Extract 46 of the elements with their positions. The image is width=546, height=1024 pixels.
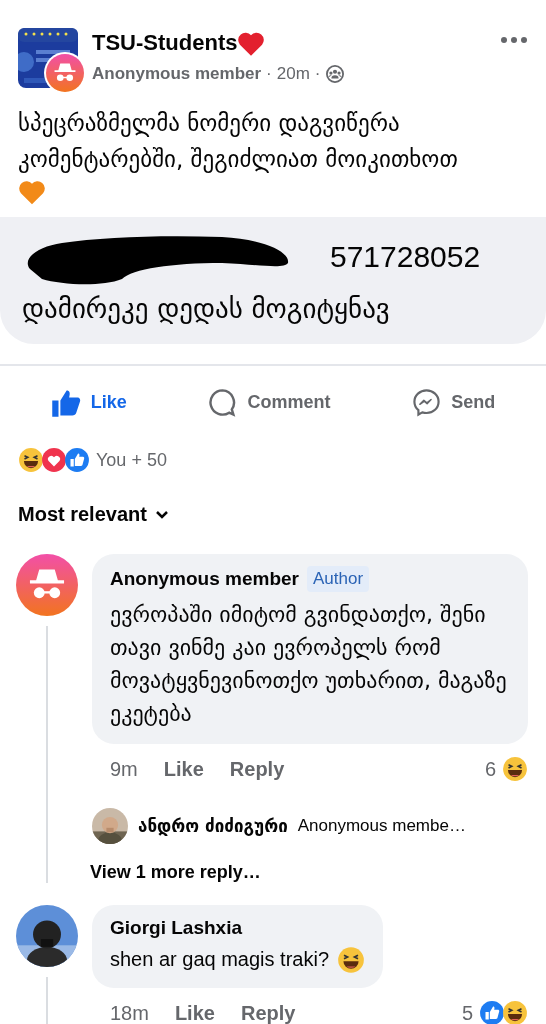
love-reaction-icon xyxy=(41,447,67,474)
reaction-summary[interactable]: You + 50 xyxy=(96,449,167,471)
reaction-count: 5 xyxy=(461,1001,473,1024)
separator-dot: · xyxy=(266,64,272,84)
phone-number: 571728052 xyxy=(330,240,481,275)
reply-author[interactable]: ანდრო ძიძიგური xyxy=(138,816,288,837)
group-name[interactable]: TSU-Students xyxy=(92,30,238,56)
like-button[interactable]: Like xyxy=(40,384,137,422)
commenter-name[interactable]: Anonymous member xyxy=(110,568,299,591)
sort-dropdown[interactable]: Most relevant xyxy=(18,503,169,527)
comment-time: 18m xyxy=(110,1001,149,1024)
post-time: 20m xyxy=(276,64,310,84)
anonymous-avatar-icon xyxy=(46,54,84,92)
speech-bubble-icon xyxy=(208,388,238,418)
comment-text: ევროპაში იმიტომ გვინდათქო, შენი თავი ვინმე კაი ევროპელს რომ მოვატყვნევინოთქო უთხარით, მაგაზე ეკეტება xyxy=(110,601,508,729)
heart-icon xyxy=(18,179,46,206)
send-button[interactable]: Send xyxy=(402,384,506,422)
like-reaction-icon xyxy=(479,1000,505,1024)
separator-dot: · xyxy=(314,64,321,84)
shared-text: დამირეკე დედას მოგიტყნავ xyxy=(22,293,391,325)
messenger-icon xyxy=(412,388,442,418)
commenter-name[interactable]: Giorgi Lashxia xyxy=(110,917,242,940)
like-link[interactable]: Like xyxy=(163,757,204,781)
haha-emoji-icon xyxy=(337,945,365,974)
author-name[interactable]: Anonymous member xyxy=(92,64,262,84)
haha-emoji-icon xyxy=(18,447,44,474)
chevron-down-icon xyxy=(154,510,169,520)
more-options-icon[interactable] xyxy=(500,36,528,44)
comment-time: 9m xyxy=(110,757,138,781)
thumbs-up-icon xyxy=(50,388,81,417)
haha-emoji-icon xyxy=(502,1000,528,1024)
heart-icon xyxy=(237,30,266,56)
reply-link[interactable]: Reply xyxy=(229,757,285,781)
reply-snippet: Anonymous membe… xyxy=(297,816,466,837)
view-more-replies-link[interactable]: View 1 more reply… xyxy=(90,862,261,884)
anonymous-avatar-icon xyxy=(16,554,78,617)
comment-text: shen ar gaq magis traki? xyxy=(110,945,365,975)
post-text: სპეცრაზმელმა ნომერი დაგვიწერა კომენტარებში, შეგიძლიათ მოიკითხოთ xyxy=(18,109,459,175)
author-badge: Author xyxy=(307,566,370,593)
group-audience-icon xyxy=(325,65,344,83)
like-reaction-icon xyxy=(64,447,90,474)
reply-link[interactable]: Reply xyxy=(240,1001,296,1024)
reaction-count: 6 xyxy=(484,757,496,781)
comment-button[interactable]: Comment xyxy=(198,384,341,422)
haha-emoji-icon xyxy=(502,756,528,783)
like-link[interactable]: Like xyxy=(174,1001,215,1024)
